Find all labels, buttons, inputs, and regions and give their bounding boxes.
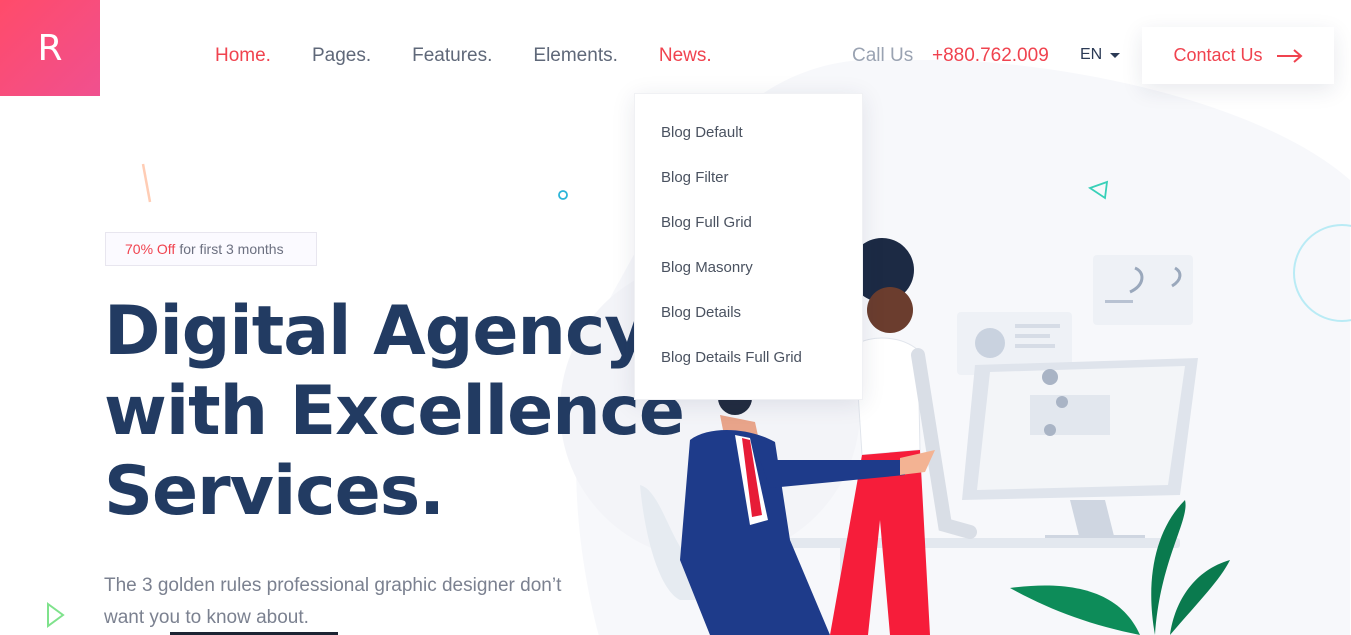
nav-item-elements[interactable]: Elements. [533, 45, 617, 67]
logo-letter: R [37, 27, 63, 69]
dropdown-item-blog-filter[interactable]: Blog Filter [635, 169, 862, 214]
dropdown-item-blog-masonry[interactable]: Blog Masonry [635, 259, 862, 304]
contact-us-label: Contact Us [1173, 45, 1263, 65]
main-nav: Home. Pages. Features. Elements. News. [215, 45, 753, 67]
language-label: EN [1080, 46, 1103, 63]
nav-item-news[interactable]: News. [659, 45, 712, 67]
nav-item-home[interactable]: Home. [215, 45, 271, 67]
hero-title-line-1: Digital Agency [104, 292, 649, 371]
hero-title-line-3: Services. [104, 452, 445, 531]
caret-down-icon [1110, 52, 1121, 58]
language-selector[interactable]: EN [1080, 46, 1121, 64]
hero-title: Digital Agency with Excellence Services. [104, 292, 685, 532]
news-dropdown-menu: Blog Default Blog Filter Blog Full Grid … [634, 93, 863, 400]
call-us-label: Call Us [852, 45, 914, 66]
contact-us-button[interactable]: Contact Us [1142, 27, 1334, 84]
dropdown-item-blog-details-full-grid[interactable]: Blog Details Full Grid [635, 349, 862, 394]
dropdown-item-blog-details[interactable]: Blog Details [635, 304, 862, 349]
dropdown-item-blog-default[interactable]: Blog Default [635, 124, 862, 169]
plant-graphic [1010, 500, 1230, 635]
nav-item-features[interactable]: Features. [412, 45, 492, 67]
ring-icon [558, 190, 568, 200]
play-icon [47, 602, 65, 628]
hero-subtitle: The 3 golden rules professional graphic … [104, 575, 562, 628]
promo-badge: 70% Off for first 3 months [105, 232, 317, 266]
ring-icon [1293, 224, 1351, 322]
arrow-right-icon [1276, 48, 1303, 63]
triangle-icon [1088, 180, 1109, 200]
promo-badge-highlight: 70% Off [125, 241, 176, 257]
hero-title-line-2: with Excellence [104, 372, 685, 451]
phone-number-link[interactable]: +880.762.009 [932, 45, 1049, 67]
chart-card-graphic [1093, 255, 1193, 325]
nav-item-pages[interactable]: Pages. [312, 45, 371, 67]
monitor-graphic [962, 358, 1198, 543]
promo-badge-text: for first 3 months [179, 241, 284, 257]
line-decoration [141, 163, 152, 203]
dropdown-item-blog-full-grid[interactable]: Blog Full Grid [635, 214, 862, 259]
brand-logo[interactable]: R [0, 0, 100, 96]
